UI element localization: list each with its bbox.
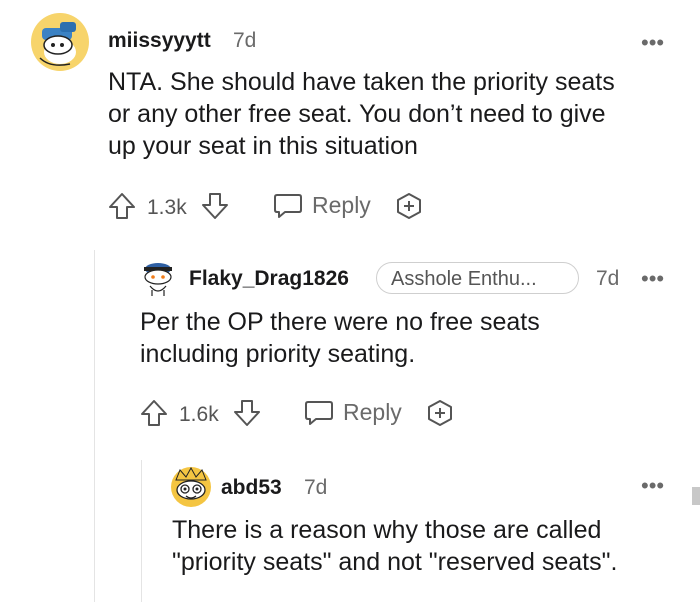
comment-body: There is a reason why those are called "… — [172, 514, 617, 578]
comment-body: NTA. She should have taken the priority … — [108, 66, 615, 162]
snoo-avatar-icon — [31, 13, 89, 71]
more-options-icon[interactable]: ••• — [641, 473, 664, 499]
comment-line: "priority seats" and not "reserved seats… — [172, 548, 618, 576]
chat-bubble-icon — [274, 194, 302, 218]
username[interactable]: Flaky_Drag1826 — [189, 267, 349, 291]
snoo-avatar-icon — [171, 466, 211, 507]
comment-line: up your seat in this situation — [108, 132, 418, 160]
snoo-avatar-icon — [144, 263, 172, 296]
downvote-icon[interactable] — [200, 191, 230, 221]
avatar[interactable] — [30, 12, 90, 72]
flair-text: Asshole Enthu... — [391, 268, 537, 290]
thread-line-1 — [94, 250, 95, 602]
comment-line: There is a reason why those are called — [172, 516, 602, 544]
username[interactable]: abd53 — [221, 476, 282, 500]
comment-line: Per the OP there were no free seats — [140, 308, 540, 336]
award-button[interactable] — [394, 191, 424, 221]
comment-line: NTA. She should have taken the priority … — [108, 68, 615, 96]
award-plus-icon — [428, 400, 452, 426]
username[interactable]: miissyyytt — [108, 29, 211, 53]
comment-body: Per the OP there were no free seats incl… — [140, 306, 540, 370]
more-options-icon[interactable]: ••• — [641, 266, 664, 292]
upvote-icon[interactable] — [139, 398, 169, 428]
user-flair: Asshole Enthu... — [376, 262, 579, 294]
award-plus-icon — [397, 193, 421, 219]
vote-count: 1.6k — [179, 403, 219, 426]
chat-bubble-icon — [305, 401, 333, 425]
reply-label: Reply — [343, 399, 402, 425]
reply-label: Reply — [312, 192, 371, 218]
timestamp: 7d — [233, 29, 257, 52]
avatar[interactable] — [140, 260, 176, 300]
comment-line: or any other free seat. You don’t need t… — [108, 100, 606, 128]
comment-line: including priority seating. — [140, 340, 416, 368]
vote-count: 1.3k — [147, 196, 187, 219]
upvote-icon[interactable] — [107, 191, 137, 221]
award-button[interactable] — [425, 398, 455, 428]
scrollbar-thumb[interactable] — [692, 487, 700, 505]
avatar[interactable] — [170, 466, 212, 508]
thread-line-2 — [141, 460, 142, 602]
more-options-icon[interactable]: ••• — [641, 30, 664, 56]
timestamp: 7d — [304, 476, 328, 499]
downvote-icon[interactable] — [232, 398, 262, 428]
timestamp: 7d — [596, 267, 620, 290]
